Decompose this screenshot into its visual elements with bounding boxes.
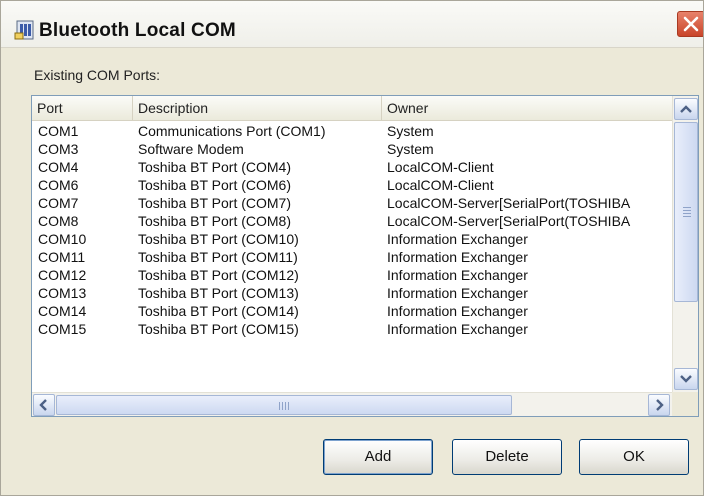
list-row[interactable]: COM12 Toshiba BT Port (COM12) Information … — [32, 266, 672, 284]
owner-cell: Information Exchanger — [387, 303, 528, 319]
description-cell: Toshiba BT Port (COM12) — [138, 267, 299, 283]
horizontal-scroll-thumb[interactable] — [56, 395, 512, 415]
grip-line — [285, 402, 286, 410]
column-header-port[interactable]: Port — [32, 96, 133, 120]
title-bar[interactable]: Bluetooth Local COM — [1, 1, 703, 48]
existing-com-ports-label: Existing COM Ports: — [34, 67, 161, 83]
owner-cell: System — [387, 123, 434, 139]
chevron-right-icon — [656, 399, 664, 411]
owner-cell: Information Exchanger — [387, 249, 528, 265]
port-cell: COM10 — [38, 231, 87, 247]
description-cell: Toshiba BT Port (COM14) — [138, 303, 299, 319]
grip-line — [683, 216, 691, 217]
description-cell: Toshiba BT Port (COM13) — [138, 285, 299, 301]
window-title: Bluetooth Local COM — [39, 20, 236, 41]
owner-cell: LocalCOM-Server[SerialPort(TOSHIBA — [387, 195, 631, 211]
list-row[interactable]: COM13 Toshiba BT Port (COM13) Information … — [32, 284, 672, 302]
description-cell: Toshiba BT Port (COM6) — [138, 177, 292, 193]
list-row[interactable]: COM1 Communications Port (COM1) System — [32, 122, 672, 140]
scroll-right-button[interactable] — [648, 394, 670, 416]
close-icon — [683, 16, 699, 32]
description-cell: Communications Port (COM1) — [138, 123, 326, 139]
port-cell: COM13 — [38, 285, 87, 301]
description-cell: Toshiba BT Port (COM10) — [138, 231, 299, 247]
column-header-description[interactable]: Description — [133, 96, 382, 120]
list-row[interactable]: COM3 Software Modem System — [32, 140, 672, 158]
chevron-left-icon — [39, 399, 47, 411]
grip-line — [279, 402, 280, 410]
scrollbar-corner — [672, 392, 698, 416]
port-cell: COM1 — [38, 123, 79, 139]
scroll-up-button[interactable] — [674, 98, 698, 120]
list-row[interactable]: COM10 Toshiba BT Port (COM10) Information … — [32, 230, 672, 248]
list-row[interactable]: COM14 Toshiba BT Port (COM14) Information … — [32, 302, 672, 320]
port-cell: COM8 — [38, 213, 79, 229]
list-header: Port Description Owner — [32, 96, 672, 121]
description-cell: Toshiba BT Port (COM8) — [138, 213, 292, 229]
list-row[interactable]: COM8 Toshiba BT Port (COM8) LocalCOM-Serve… — [32, 212, 672, 230]
port-cell: COM3 — [38, 141, 79, 157]
grip-line — [683, 213, 691, 214]
grip-line — [288, 402, 289, 410]
grip-line — [683, 207, 691, 208]
scroll-left-button[interactable] — [33, 394, 55, 416]
owner-cell: System — [387, 141, 434, 157]
port-cell: COM4 — [38, 159, 79, 175]
list-rows: COM1 Communications Port (COM1) System COM… — [32, 122, 672, 392]
list-row[interactable]: COM6 Toshiba BT Port (COM6) LocalCOM-Clien… — [32, 176, 672, 194]
vertical-scrollbar[interactable] — [672, 96, 698, 392]
ok-button[interactable]: OK — [579, 439, 689, 475]
owner-cell: LocalCOM-Client — [387, 159, 494, 175]
list-row[interactable]: COM7 Toshiba BT Port (COM7) LocalCOM-Serve… — [32, 194, 672, 212]
owner-cell: Information Exchanger — [387, 285, 528, 301]
port-cell: COM14 — [38, 303, 87, 319]
port-cell: COM11 — [38, 249, 86, 265]
column-header-owner[interactable]: Owner — [382, 96, 672, 120]
horizontal-scrollbar[interactable] — [32, 392, 672, 416]
list-row[interactable]: COM15 Toshiba BT Port (COM15) Information … — [32, 320, 672, 338]
list-row[interactable]: COM11 Toshiba BT Port (COM11) Information … — [32, 248, 672, 266]
owner-cell: Information Exchanger — [387, 231, 528, 247]
close-button[interactable] — [677, 11, 703, 37]
grip-line — [683, 210, 691, 211]
port-cell: COM12 — [38, 267, 87, 283]
owner-cell: Information Exchanger — [387, 267, 528, 283]
port-cell: COM6 — [38, 177, 79, 193]
port-cell: COM7 — [38, 195, 79, 211]
description-cell: Toshiba BT Port (COM4) — [138, 159, 292, 175]
owner-cell: LocalCOM-Client — [387, 177, 494, 193]
description-cell: Toshiba BT Port (COM15) — [138, 321, 299, 337]
add-button[interactable]: Add — [323, 439, 433, 475]
vertical-scroll-thumb[interactable] — [674, 122, 698, 302]
scroll-down-button[interactable] — [674, 368, 698, 390]
grip-line — [282, 402, 283, 410]
com-ports-list[interactable]: Port Description Owner COM1 Communication… — [31, 95, 699, 417]
description-cell: Toshiba BT Port (COM11) — [138, 249, 298, 265]
description-cell: Software Modem — [138, 141, 244, 157]
chevron-up-icon — [680, 105, 692, 113]
bluetooth-local-com-dialog: Bluetooth Local COM Existing COM Ports: … — [0, 0, 704, 496]
delete-button[interactable]: Delete — [452, 439, 562, 475]
port-cell: COM15 — [38, 321, 87, 337]
description-cell: Toshiba BT Port (COM7) — [138, 195, 292, 211]
owner-cell: LocalCOM-Server[SerialPort(TOSHIBA — [387, 213, 631, 229]
bluetooth-com-icon — [14, 19, 36, 41]
list-row[interactable]: COM4 Toshiba BT Port (COM4) LocalCOM-Clien… — [32, 158, 672, 176]
owner-cell: Information Exchanger — [387, 321, 528, 337]
chevron-down-icon — [680, 375, 692, 383]
